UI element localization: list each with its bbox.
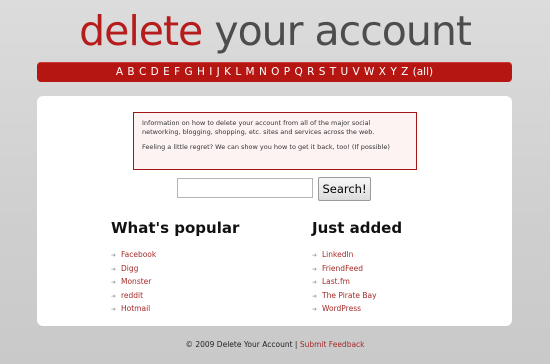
popular-link-facebook[interactable]: Facebook: [121, 250, 156, 259]
right-arrow-icon: ➜: [312, 279, 318, 286]
alpha-link-n[interactable]: N: [259, 62, 267, 82]
alpha-link-j[interactable]: J: [217, 62, 220, 82]
alpha-link-e[interactable]: E: [163, 62, 170, 82]
added-link-the-pirate-bay[interactable]: The Pirate Bay: [322, 291, 377, 300]
right-arrow-icon: ➜: [111, 292, 117, 300]
alpha-link-i[interactable]: I: [209, 62, 212, 82]
right-arrow-icon: ➜: [312, 265, 318, 273]
right-arrow-icon: ➜: [312, 306, 318, 313]
alphabet-nav-bar: A B C D E F G H I J K L M N O P Q R S T …: [37, 62, 512, 82]
alpha-link-s[interactable]: S: [319, 62, 326, 82]
popular-link-hotmail[interactable]: Hotmail: [121, 304, 150, 313]
popular-link-monster[interactable]: Monster: [121, 277, 151, 286]
alpha-link-m[interactable]: M: [246, 62, 255, 82]
alpha-link-u[interactable]: U: [340, 62, 348, 82]
list-item: ➜ The Pirate Bay: [312, 289, 402, 303]
right-arrow-icon: ➜: [111, 265, 117, 273]
popular-link-reddit[interactable]: reddit: [121, 291, 143, 300]
alpha-link-y[interactable]: Y: [390, 62, 396, 82]
list-item: ➜ WordPress: [312, 302, 402, 316]
right-arrow-icon: ➜: [111, 252, 117, 259]
regret-text: Feeling a little regret? We can show you…: [142, 143, 390, 151]
alpha-link-d[interactable]: D: [151, 62, 159, 82]
alpha-link-g[interactable]: G: [184, 62, 192, 82]
added-link-linkedin[interactable]: LinkedIn: [322, 250, 353, 259]
list-item: ➜ FriendFeed: [312, 262, 402, 276]
alpha-link-k[interactable]: K: [224, 62, 231, 82]
info-text: Information on how to delete your accoun…: [142, 119, 375, 136]
whats-popular-heading: What's popular: [111, 219, 240, 237]
alpha-link-z[interactable]: Z: [401, 62, 408, 82]
copyright-text: © 2009 Delete Your Account: [185, 340, 293, 349]
alpha-link-r[interactable]: R: [307, 62, 314, 82]
logo-your-account-text: your account: [214, 7, 472, 55]
list-item: ➜ Digg: [111, 262, 239, 276]
added-list: ➜ LinkedIn ➜ FriendFeed ➜ Last.fm ➜ The Pira…: [312, 248, 402, 316]
just-added-heading: Just added: [312, 219, 403, 237]
search-button[interactable]: Search!: [318, 177, 371, 201]
main-panel: Information on how to delete your accoun…: [37, 96, 512, 326]
alpha-link-a[interactable]: A: [116, 62, 123, 82]
site-logo[interactable]: delete your account: [0, 6, 550, 56]
just-added-section: Just added ➜ LinkedIn ➜ FriendFeed ➜ Last.f…: [312, 218, 402, 316]
list-item: ➜ LinkedIn: [312, 248, 402, 262]
list-item: ➜ reddit: [111, 289, 239, 303]
alpha-link-x[interactable]: X: [379, 62, 386, 82]
alpha-link-w[interactable]: W: [364, 62, 374, 82]
added-link-friendfeed[interactable]: FriendFeed: [322, 264, 363, 273]
search-input[interactable]: [177, 178, 313, 198]
added-link-wordpress[interactable]: WordPress: [322, 304, 361, 313]
list-item: ➜ Monster: [111, 275, 239, 289]
footer: © 2009 Delete Your Account | Submit Feed…: [0, 340, 550, 350]
alpha-link-o[interactable]: O: [271, 62, 279, 82]
info-box: Information on how to delete your accoun…: [133, 112, 417, 170]
footer-separator: |: [292, 340, 300, 349]
popular-list: ➜ Facebook ➜ Digg ➜ Monster ➜ reddit ➜ Hotmai…: [111, 248, 239, 316]
alpha-link-b[interactable]: B: [127, 62, 134, 82]
logo-delete-text: delete: [79, 7, 203, 55]
right-arrow-icon: ➜: [111, 279, 117, 286]
whats-popular-section: What's popular ➜ Facebook ➜ Digg ➜ Monster …: [111, 218, 239, 316]
right-arrow-icon: ➜: [111, 306, 117, 313]
right-arrow-icon: ➜: [312, 252, 318, 259]
alpha-link-f[interactable]: F: [174, 62, 180, 82]
submit-feedback-link[interactable]: Submit Feedback: [300, 340, 365, 349]
list-item: ➜ Facebook: [111, 248, 239, 262]
alpha-link-h[interactable]: H: [197, 62, 205, 82]
alpha-link-v[interactable]: V: [353, 62, 360, 82]
alpha-link-c[interactable]: C: [139, 62, 146, 82]
alpha-link-t[interactable]: T: [330, 62, 336, 82]
alpha-link-q[interactable]: Q: [294, 62, 302, 82]
popular-link-digg[interactable]: Digg: [121, 264, 138, 273]
list-item: ➜ Hotmail: [111, 302, 239, 316]
added-link-lastfm[interactable]: Last.fm: [322, 277, 350, 286]
alpha-link-l[interactable]: L: [235, 62, 241, 82]
right-arrow-icon: ➜: [312, 292, 318, 300]
alpha-link-all[interactable]: (all): [413, 62, 433, 82]
list-item: ➜ Last.fm: [312, 275, 402, 289]
alpha-link-p[interactable]: P: [284, 62, 290, 82]
